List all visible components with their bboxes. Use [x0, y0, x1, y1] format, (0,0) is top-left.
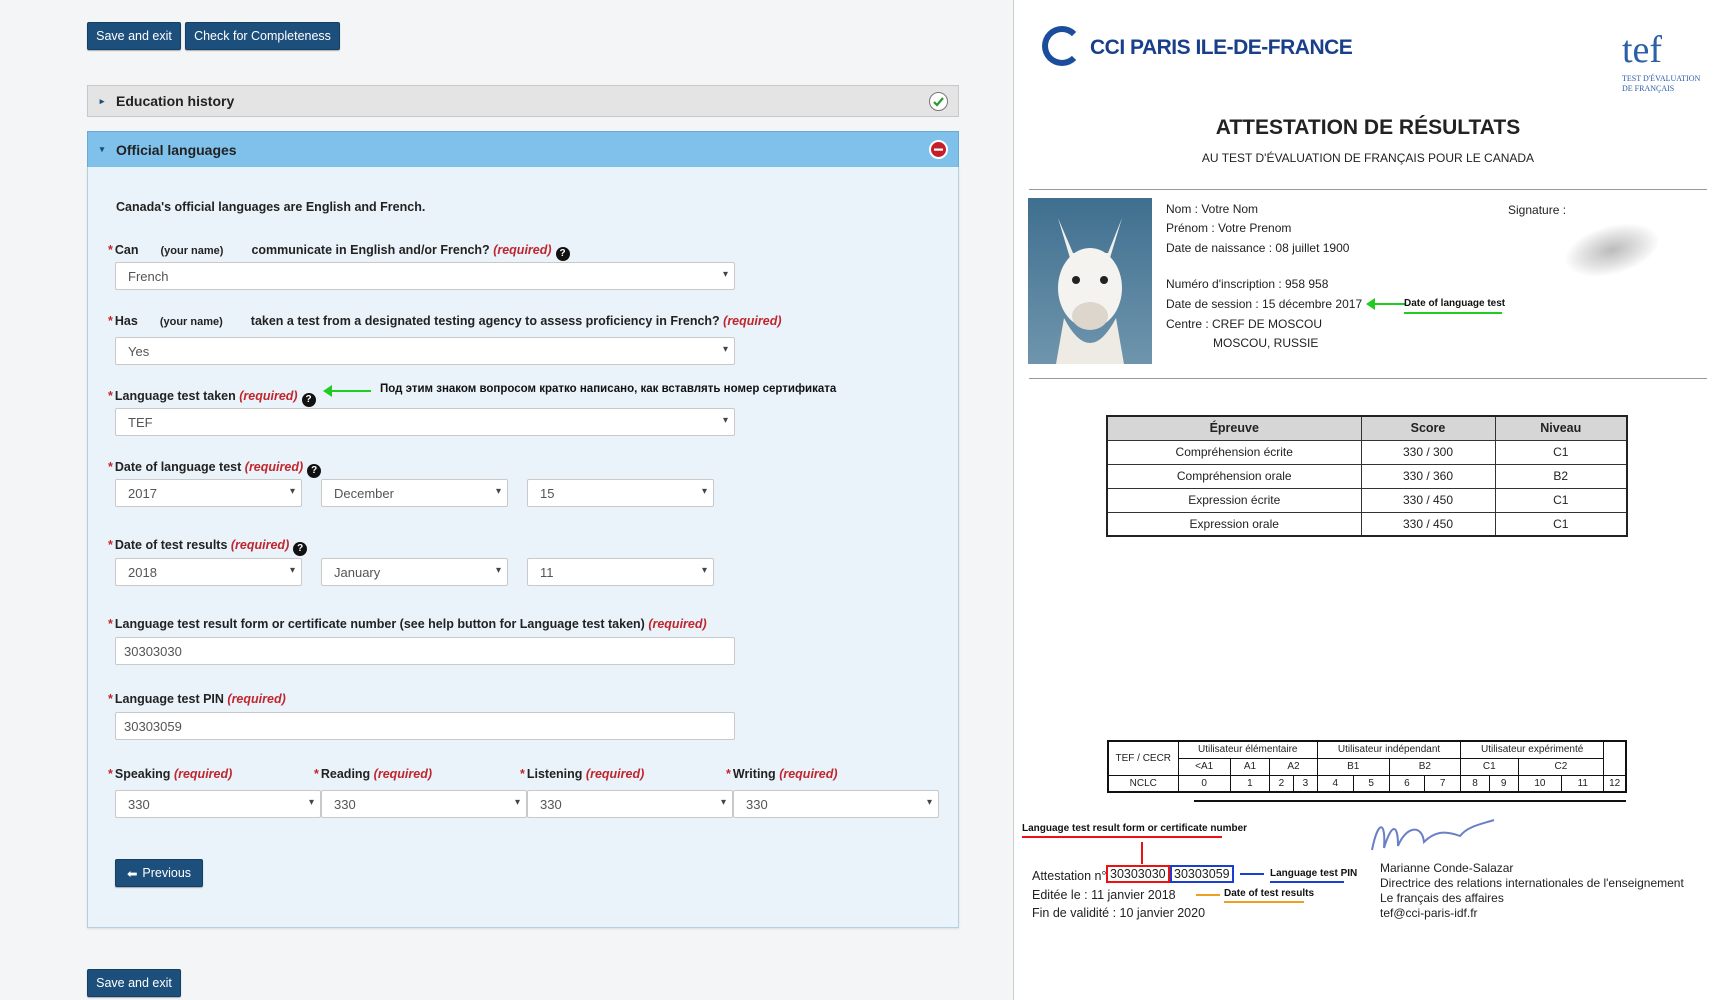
incomplete-icon: [929, 140, 948, 159]
official-languages-panel[interactable]: ▾ Official languages: [87, 131, 959, 168]
cert-editee: Editée le : 11 janvier 2018: [1032, 888, 1176, 902]
date-of-results-label: * Date of test results (required)?: [108, 538, 308, 556]
certificate-number-label: * Language test result form or certificat…: [108, 617, 707, 631]
tef-logo: tef: [1622, 29, 1663, 71]
col-epreuve: Épreuve: [1106, 415, 1362, 441]
online-form-pane: Save and exit Check for Completeness ▸ E…: [0, 0, 1014, 1000]
green-arrow-left-icon: [323, 385, 371, 397]
green-arrow-left-icon: [1366, 298, 1406, 310]
red-underline: [1022, 836, 1222, 838]
results-year-select[interactable]: 2018: [115, 558, 302, 586]
signer-role: Directrice des relations internationales…: [1380, 876, 1684, 890]
cert-title: ATTESTATION DE RÉSULTATS: [1215, 116, 1521, 139]
cert-prenom: Prénom : Votre Prenom: [1166, 221, 1292, 235]
divider: [1029, 378, 1707, 379]
help-icon[interactable]: ?: [293, 542, 308, 556]
cci-logo-icon: [1042, 26, 1082, 66]
taken-test-select[interactable]: Yes: [115, 337, 735, 365]
attestation-label: Attestation n°: [1032, 869, 1107, 883]
help-icon[interactable]: ?: [307, 464, 322, 478]
help-icon[interactable]: ?: [555, 247, 570, 261]
certificate-number-input[interactable]: 30303030: [115, 637, 735, 665]
cert-validite: Fin de validité : 10 janvier 2020: [1032, 906, 1206, 920]
official-language-select[interactable]: French: [115, 262, 735, 290]
ann-date-test: Date of language test: [1404, 298, 1506, 309]
test-year-select[interactable]: 2017: [115, 479, 302, 507]
certificate-image: CCI PARIS ILE-DE-FRANCE tef TEST D'ÉVALU…: [1014, 0, 1722, 1000]
save-exit-button[interactable]: Save and exit: [87, 22, 181, 50]
cert-ville: MOSCOU, RUSSIE: [1213, 336, 1319, 350]
q-taken-test-label: * Has (your name) taken a test from a desig…: [108, 314, 782, 328]
orange-arrow-left-icon: [1196, 894, 1220, 896]
check-completeness-button[interactable]: Check for Completeness: [185, 22, 340, 50]
table-row: Compréhension écrite 330 / 300 C1: [1106, 439, 1628, 465]
results-table: Épreuve Score Niveau Compréhension écrite 3…: [1106, 415, 1628, 537]
tef-logo-sub1: TEST D'ÉVALUATION: [1622, 74, 1701, 83]
ann-certificate-number: Language test result form or certificate…: [1022, 823, 1248, 834]
speaking-label: * Speaking (required): [108, 767, 233, 781]
tef-logo-sub2: DE FRANÇAIS: [1622, 84, 1675, 93]
caret-down-icon: ▾: [99, 144, 105, 154]
results-month-select[interactable]: January: [321, 558, 508, 586]
signature-image: [1371, 819, 1495, 851]
q-can-communicate-label: * Can (your name) communicate in English an…: [108, 243, 570, 261]
test-day-select[interactable]: 15: [527, 479, 714, 507]
panel-title: Official languages: [116, 141, 237, 158]
help-annotation: Под этим знаком вопросом кратко написано…: [380, 383, 837, 395]
language-test-taken-label: * Language test taken (required)?: [108, 389, 316, 407]
date-of-test-label: * Date of language test (required)?: [108, 460, 322, 478]
cci-org-name: CCI PARIS ILE-DE-FRANCE: [1090, 36, 1353, 59]
listening-label: * Listening (required): [520, 767, 645, 781]
green-underline: [1404, 312, 1502, 314]
ann-test-pin: Language test PIN: [1270, 868, 1358, 879]
cert-session: Date de session : 15 décembre 2017: [1166, 297, 1363, 311]
speaking-select[interactable]: 330: [115, 790, 321, 818]
save-exit-bottom-button[interactable]: Save and exit: [87, 969, 181, 997]
previous-button[interactable]: ⬅ Previous: [115, 859, 203, 887]
divider: [1029, 189, 1707, 190]
cert-centre: Centre : CREF DE MOSCOU: [1166, 317, 1323, 331]
cecr-scale-table: TEF / CECR Utilisateur élémentaire Utilisa…: [1107, 740, 1627, 793]
red-arrow-down-icon: [1141, 842, 1143, 864]
reading-label: * Reading (required): [314, 767, 433, 781]
arrow-left-icon: ⬅: [126, 866, 138, 881]
cert-subtitle: AU TEST D'ÉVALUATION DE FRANÇAIS POUR LE…: [1201, 151, 1535, 165]
blue-underline: [1270, 881, 1344, 883]
test-month-select[interactable]: December: [321, 479, 508, 507]
reading-select[interactable]: 330: [321, 790, 527, 818]
llama-photo: [1028, 198, 1152, 364]
cert-nom: Nom : Votre Nom: [1166, 202, 1259, 216]
writing-select[interactable]: 330: [733, 790, 939, 818]
attestation-number: 30303030: [1106, 865, 1170, 883]
writing-label: * Writing (required): [726, 767, 838, 781]
cert-signature-label: Signature :: [1508, 203, 1567, 217]
test-pin-input[interactable]: 30303059: [115, 712, 735, 740]
col-niveau: Niveau: [1494, 415, 1628, 441]
language-test-select[interactable]: TEF: [115, 408, 735, 436]
attestation-pin: 30303059: [1170, 865, 1234, 883]
cert-inscription: Numéro d'inscription : 958 958: [1166, 277, 1329, 291]
help-icon[interactable]: ?: [301, 393, 316, 407]
signer-name: Marianne Conde-Salazar: [1380, 861, 1514, 875]
test-pin-label: * Language test PIN (required): [108, 692, 286, 706]
signer-email: tef@cci-paris-idf.fr: [1380, 906, 1478, 920]
results-day-select[interactable]: 11: [527, 558, 714, 586]
blurred-signature: [1559, 214, 1665, 286]
check-icon: [929, 92, 948, 111]
education-history-panel[interactable]: ▸ Education history: [87, 85, 959, 117]
caret-right-icon: ▸: [99, 95, 105, 106]
table-row: Expression écrite 330 / 450 C1: [1106, 487, 1628, 513]
ann-results-date: Date of test results: [1224, 888, 1315, 899]
table-row: Expression orale 330 / 450 C1: [1106, 511, 1628, 537]
panel-title: Education history: [116, 93, 235, 109]
cert-naissance: Date de naissance : 08 juillet 1900: [1166, 241, 1350, 255]
col-score: Score: [1360, 415, 1496, 441]
orange-underline: [1224, 901, 1304, 903]
blue-arrow-left-icon: [1240, 873, 1264, 875]
signer-dept: Le français des affaires: [1380, 891, 1504, 905]
scale-arrow: [1194, 800, 1626, 802]
intro-text: Canada's official languages are English …: [116, 200, 426, 214]
table-row: Compréhension orale 330 / 360 B2: [1106, 463, 1628, 489]
listening-select[interactable]: 330: [527, 790, 733, 818]
